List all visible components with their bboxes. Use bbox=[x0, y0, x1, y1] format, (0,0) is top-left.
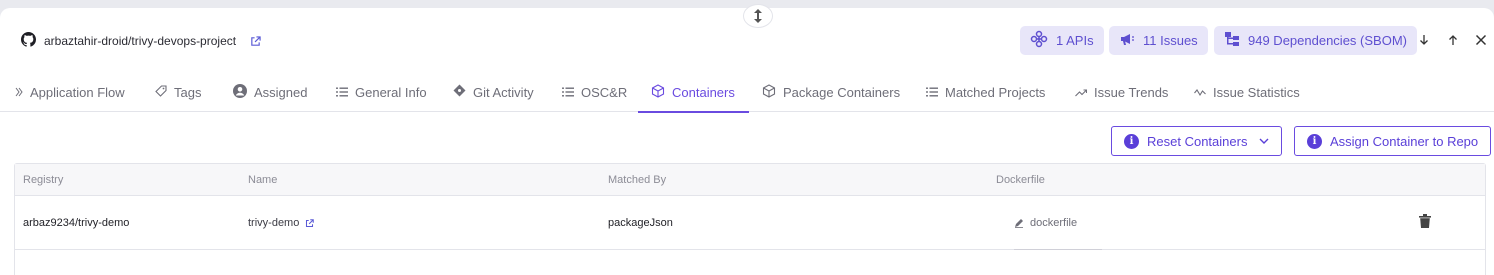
list-icon bbox=[926, 85, 938, 100]
tab-label: General Info bbox=[355, 84, 427, 100]
tab-application-flow[interactable]: Application Flow bbox=[15, 72, 125, 112]
tab-label: Issue Trends bbox=[1094, 84, 1169, 100]
arrow-up-icon[interactable] bbox=[1444, 31, 1462, 49]
chevron-double-right-icon bbox=[15, 85, 23, 100]
tab-label: Git Activity bbox=[473, 84, 534, 100]
table-row: arbaz9234/trivy-demo trivy-demo packageJ… bbox=[15, 196, 1485, 250]
cube-icon bbox=[762, 83, 776, 101]
assign-container-label: Assign Container to Repo bbox=[1330, 133, 1479, 149]
container-name-link[interactable]: trivy-demo bbox=[248, 217, 299, 229]
issues-button[interactable]: 11 Issues bbox=[1109, 26, 1208, 55]
tab-label: Tags bbox=[174, 84, 202, 100]
cell-name: trivy-demo bbox=[248, 196, 315, 250]
reset-containers-button[interactable]: i Reset Containers bbox=[1111, 126, 1283, 156]
dockerfile-value: dockerfile bbox=[1030, 217, 1078, 229]
tag-icon bbox=[155, 84, 167, 100]
repo-title: arbaztahir-droid/trivy-devops-project bbox=[21, 32, 261, 50]
tab-containers[interactable]: Containers bbox=[638, 72, 749, 113]
column-header-matched-by[interactable]: Matched By bbox=[608, 164, 666, 196]
tab-label: Application Flow bbox=[30, 84, 125, 100]
tab-general-info[interactable]: General Info bbox=[336, 72, 427, 112]
external-link-icon[interactable] bbox=[305, 218, 315, 228]
assign-container-button[interactable]: i Assign Container to Repo bbox=[1294, 126, 1492, 156]
tab-label: Containers bbox=[672, 84, 735, 100]
tab-label: Issue Statistics bbox=[1213, 84, 1300, 100]
tab-matched-projects[interactable]: Matched Projects bbox=[926, 72, 1045, 112]
tab-issue-trends[interactable]: Issue Trends bbox=[1075, 72, 1168, 112]
tab-git-activity[interactable]: Git Activity bbox=[453, 72, 534, 112]
tab-label: Package Containers bbox=[783, 84, 901, 100]
tab-label: Assigned bbox=[254, 84, 308, 100]
github-icon bbox=[21, 32, 37, 50]
column-header-name[interactable]: Name bbox=[248, 164, 277, 196]
pencil-icon bbox=[1014, 218, 1024, 228]
info-icon: i bbox=[1307, 133, 1322, 149]
tab-tags[interactable]: Tags bbox=[155, 72, 201, 112]
repo-name[interactable]: arbaztahir-droid/trivy-devops-project bbox=[44, 34, 236, 48]
trash-icon[interactable] bbox=[1419, 214, 1431, 233]
cell-registry: arbaz9234/trivy-demo bbox=[23, 217, 130, 229]
cell-matched-by: packageJson bbox=[608, 217, 673, 229]
dependencies-button[interactable]: 949 Dependencies (SBOM) bbox=[1214, 26, 1417, 55]
resize-handle-icon[interactable] bbox=[744, 5, 772, 27]
table-header: Registry Name Matched By Dockerfile bbox=[15, 164, 1485, 196]
tab-label: Matched Projects bbox=[945, 84, 1046, 100]
git-icon bbox=[453, 84, 466, 100]
close-icon[interactable] bbox=[1472, 31, 1490, 49]
api-icon bbox=[1030, 30, 1048, 51]
reset-containers-label: Reset Containers bbox=[1147, 133, 1248, 149]
dependencies-label: 949 Dependencies (SBOM) bbox=[1248, 33, 1407, 48]
tab-assigned[interactable]: Assigned bbox=[233, 72, 307, 112]
cube-icon bbox=[651, 83, 665, 101]
user-circle-icon bbox=[233, 83, 247, 101]
apis-label: 1 APIs bbox=[1056, 33, 1094, 48]
main-panel: arbaztahir-droid/trivy-devops-project 1 … bbox=[0, 5, 1494, 275]
external-link-icon[interactable] bbox=[250, 35, 261, 47]
list-icon bbox=[336, 85, 348, 100]
list-icon bbox=[562, 85, 574, 100]
dockerfile-field[interactable]: dockerfile bbox=[1014, 196, 1103, 250]
megaphone-icon bbox=[1119, 31, 1135, 50]
tab-package-containers[interactable]: Package Containers bbox=[762, 72, 900, 112]
tab-oscr[interactable]: OSC&R bbox=[562, 72, 627, 112]
trend-up-icon bbox=[1075, 85, 1088, 100]
column-header-registry[interactable]: Registry bbox=[23, 164, 63, 196]
info-icon: i bbox=[1124, 133, 1139, 149]
tab-bar: Application Flow Tags Assigned General I… bbox=[0, 72, 1494, 113]
dependency-tree-icon bbox=[1224, 31, 1240, 50]
arrow-down-icon[interactable] bbox=[1415, 31, 1433, 49]
column-header-dockerfile[interactable]: Dockerfile bbox=[996, 164, 1045, 196]
tab-label: OSC&R bbox=[581, 84, 628, 100]
wave-icon bbox=[1194, 85, 1206, 100]
chevron-down-icon bbox=[1259, 138, 1269, 145]
issues-label: 11 Issues bbox=[1143, 33, 1198, 48]
containers-table: Registry Name Matched By Dockerfile arba… bbox=[14, 163, 1486, 275]
apis-button[interactable]: 1 APIs bbox=[1020, 26, 1104, 55]
tab-issue-statistics[interactable]: Issue Statistics bbox=[1194, 72, 1300, 112]
